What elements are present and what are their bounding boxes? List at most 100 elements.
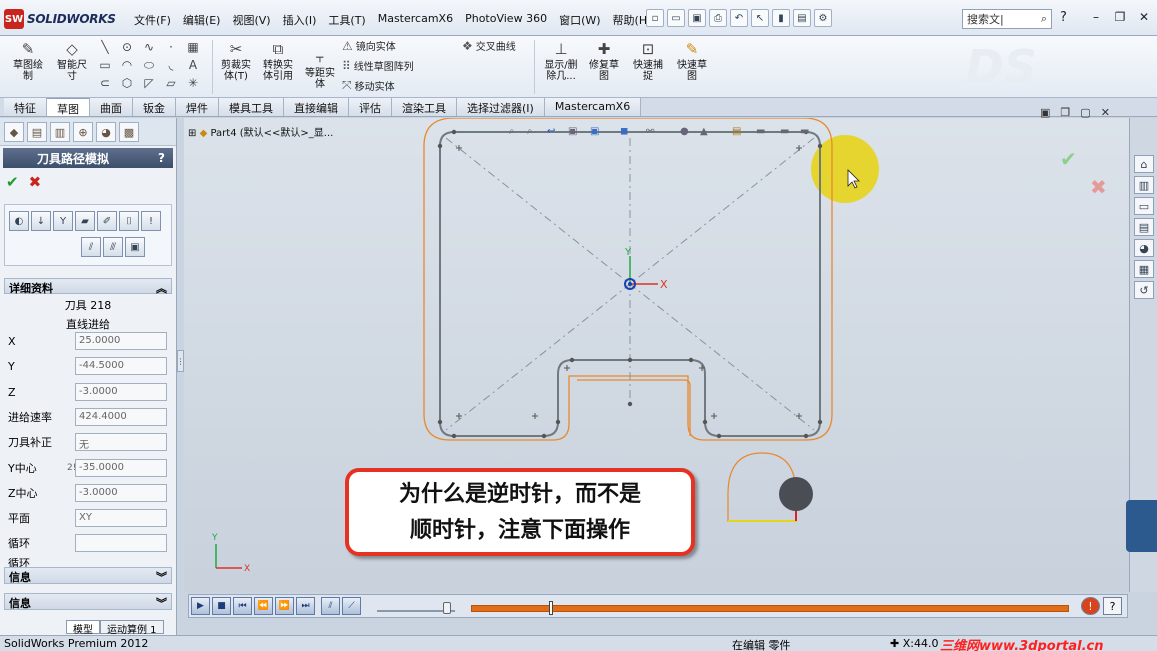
smart-dimension-button[interactable]: ◇ 智能尺 寸	[52, 38, 92, 82]
info-section-header-1[interactable]: 信息 ︾	[4, 567, 172, 584]
field-cycle-value[interactable]	[75, 534, 167, 552]
tab-motion-study[interactable]: 运动算例 1	[100, 620, 164, 636]
collapse-chevron-icon[interactable]: ︽	[156, 280, 167, 295]
asterisk-tool-icon[interactable]: ✳	[182, 74, 204, 92]
menu-insert[interactable]: 插入(I)	[277, 10, 323, 30]
linear-pattern-button[interactable]: ⠿ 线性草图阵列	[342, 58, 414, 74]
file-properties-icon[interactable]: ▤	[793, 9, 811, 27]
rebuild-icon[interactable]: ▮	[772, 9, 790, 27]
text-tool-icon[interactable]: A	[182, 56, 204, 74]
menu-photoview[interactable]: PhotoView 360	[459, 10, 553, 30]
progress-track[interactable]	[471, 605, 1069, 612]
print-icon[interactable]: ⎙	[709, 9, 727, 27]
panel-help-button[interactable]: ?	[158, 151, 165, 165]
panel-splitter-handle[interactable]: ⋮	[177, 350, 185, 372]
tab-sheet-metal[interactable]: 钣金	[133, 98, 176, 116]
tab-mold-tools[interactable]: 模具工具	[219, 98, 284, 116]
show-path-icon[interactable]: ⫽	[321, 597, 340, 615]
show-tool-icon[interactable]: ⌷	[119, 211, 139, 231]
feature-manager-icon[interactable]: ◆	[4, 122, 24, 142]
toolpath-all-icon[interactable]: ⫻	[103, 237, 123, 257]
stop-icon[interactable]: ■	[212, 597, 231, 615]
tab-mastercam[interactable]: MastercamX6	[544, 98, 642, 116]
expand-chevron-icon[interactable]: ︾	[156, 569, 167, 584]
tab-evaluate[interactable]: 评估	[349, 98, 392, 116]
tool-axis-icon[interactable]: ✐	[97, 211, 117, 231]
spline-tool-icon[interactable]: ∿	[138, 38, 160, 56]
dimxpert-icon[interactable]: ⊕	[73, 122, 93, 142]
appearances-scenes-icon[interactable]: ◕	[1134, 239, 1154, 257]
field-x-value[interactable]: 25.0000	[75, 332, 167, 350]
field-cutter-comp-value[interactable]: 无	[75, 433, 167, 451]
sketch-grid-icon[interactable]: ▦	[182, 38, 204, 56]
play-icon[interactable]: ▶	[191, 597, 210, 615]
step-back-icon[interactable]: ⏪	[254, 597, 273, 615]
menu-window[interactable]: 窗口(W)	[553, 10, 606, 30]
ellipse-tool-icon[interactable]: ⬭	[138, 56, 160, 74]
menu-view[interactable]: 视图(V)	[226, 10, 276, 30]
viewport-maximize-icon[interactable]: ▢	[1080, 106, 1090, 119]
tab-selection-filter[interactable]: 选择过滤器(I)	[457, 98, 545, 116]
recovery-icon[interactable]: ↺	[1134, 281, 1154, 299]
field-feed-rate-value[interactable]: 424.4000	[75, 408, 167, 426]
details-section-header[interactable]: 详细资料 ︽	[4, 278, 172, 295]
minimize-icon[interactable]: –	[1087, 9, 1105, 25]
help-question-icon[interactable]: ?	[1060, 10, 1067, 25]
appearance-icon[interactable]: ◕	[96, 122, 116, 142]
mirror-entities-button[interactable]: ⚠ 镜向实体	[342, 38, 396, 54]
field-z-center-value[interactable]: -3.0000	[75, 484, 167, 502]
search-input[interactable]: 搜索文| ⌕	[962, 9, 1052, 29]
save-icon[interactable]: ▣	[688, 9, 706, 27]
plane-tool-icon[interactable]: ▱	[160, 74, 182, 92]
restore-icon[interactable]: ❐	[1111, 9, 1129, 25]
viewport-close-icon[interactable]: ✕	[1101, 106, 1110, 119]
solidworks-resources-icon[interactable]: ⌂	[1134, 155, 1154, 173]
toolpath-display-icon[interactable]: ⫽	[81, 237, 101, 257]
tab-sketch[interactable]: 草图	[47, 98, 90, 116]
speed-slider-thumb[interactable]	[443, 602, 451, 614]
convert-entities-button[interactable]: ⧉ 转换实 体引用	[258, 38, 298, 82]
step-forward-icon[interactable]: ⏩	[275, 597, 294, 615]
show-holder-icon[interactable]: Y	[53, 211, 73, 231]
options-gear-icon[interactable]: ⚙	[814, 9, 832, 27]
select-arrow-icon[interactable]: ↖	[751, 9, 769, 27]
point-tool-icon[interactable]: ·	[160, 38, 182, 56]
tab-weldments[interactable]: 焊件	[176, 98, 219, 116]
menu-tools[interactable]: 工具(T)	[322, 10, 371, 30]
menu-mastercam[interactable]: MastercamX6	[372, 10, 459, 30]
show-toolpath-icon[interactable]: ◐	[9, 211, 29, 231]
tab-features[interactable]: 特征	[4, 98, 47, 116]
go-to-start-icon[interactable]: ⏮	[233, 597, 252, 615]
tab-surfaces[interactable]: 曲面	[90, 98, 133, 116]
offset-entities-button[interactable]: ⫟ 等距实 体	[300, 46, 340, 90]
menu-file[interactable]: 文件(F)	[128, 10, 177, 30]
quick-snaps-button[interactable]: ⊡ 快速捕 捉	[628, 38, 668, 82]
design-library-icon[interactable]: ▥	[1134, 176, 1154, 194]
view-palette-icon[interactable]: ▤	[1134, 218, 1154, 236]
playback-help-icon[interactable]: ?	[1103, 597, 1122, 615]
rectangle-tool-icon[interactable]: ▭	[94, 56, 116, 74]
sketch-button[interactable]: ✎ 草图绘 制	[8, 38, 48, 82]
arc-tool-icon[interactable]: ◠	[116, 56, 138, 74]
viewport-restore-icon[interactable]: ❐	[1060, 106, 1070, 119]
configuration-manager-icon[interactable]: ▥	[50, 122, 70, 142]
property-manager-icon[interactable]: ▤	[27, 122, 47, 142]
new-document-icon[interactable]: ▫	[646, 9, 664, 27]
mastercam-manager-icon[interactable]: ▩	[119, 122, 139, 142]
file-explorer-icon[interactable]: ▭	[1134, 197, 1154, 215]
search-icon[interactable]: ⌕	[1041, 12, 1047, 26]
ok-check-icon[interactable]: ✔	[6, 173, 19, 191]
save-toolpath-icon[interactable]: ▣	[125, 237, 145, 257]
trim-entities-button[interactable]: ✂ 剪裁实 体(T)	[216, 38, 256, 82]
confirm-ok-icon[interactable]: ✔	[1060, 147, 1077, 171]
progress-marker[interactable]	[549, 601, 553, 615]
field-z-value[interactable]: -3.0000	[75, 383, 167, 401]
tab-model[interactable]: 模型	[66, 620, 100, 636]
repair-sketch-button[interactable]: ✚ 修复草 图	[584, 38, 624, 82]
display-delete-relations-button[interactable]: ⊥ 显示/删 除几...	[540, 38, 582, 82]
field-y-value[interactable]: -44.5000	[75, 357, 167, 375]
info-toggle-icon[interactable]: !	[141, 211, 161, 231]
expand-chevron-icon[interactable]: ︾	[156, 595, 167, 610]
tab-render-tools[interactable]: 渲染工具	[392, 98, 457, 116]
close-icon[interactable]: ✕	[1135, 9, 1153, 25]
